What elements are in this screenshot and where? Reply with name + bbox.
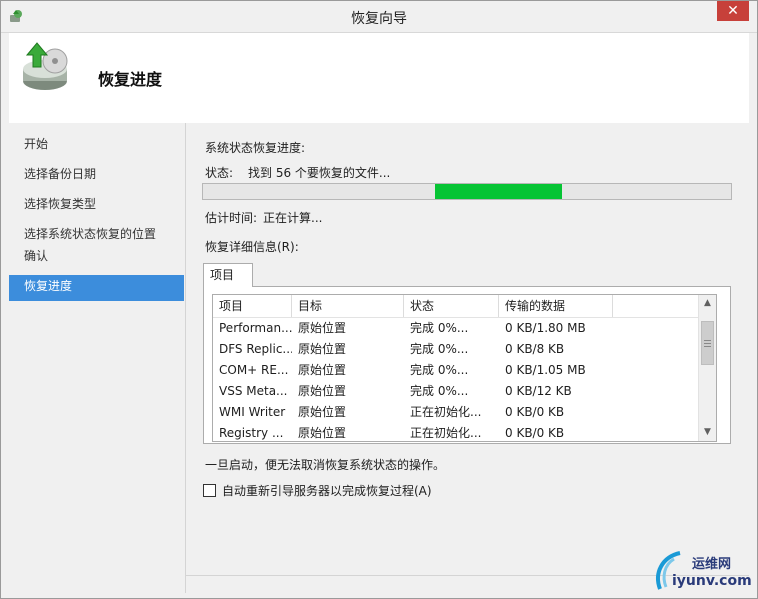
- cell-item: Performan...: [219, 321, 292, 335]
- tab-panel-items: 项目 目标 状态 传输的数据 Performan... 原始位置 完成 0%... 0…: [203, 286, 731, 444]
- table-row[interactable]: Performan... 原始位置 完成 0%... 0 KB/1.80 MB: [213, 318, 706, 339]
- status-value: 找到 56 个要恢复的文件...: [248, 166, 391, 180]
- grip-line-icon: [704, 340, 711, 341]
- cell-item: DFS Replic...: [219, 342, 292, 356]
- cancel-warning-notice: 一旦启动，便无法取消恢复系统状态的操作。: [205, 458, 446, 472]
- close-icon: ✕: [727, 3, 739, 19]
- column-header-target[interactable]: 目标: [292, 295, 404, 317]
- cell-transferred: 0 KB/0 KB: [505, 405, 565, 419]
- progress-bar-fill: [435, 184, 562, 199]
- nav-item-start[interactable]: 开始: [9, 133, 184, 155]
- cell-transferred: 0 KB/12 KB: [505, 384, 572, 398]
- estimate-value: 正在计算...: [263, 211, 323, 225]
- tab-items[interactable]: 项目: [203, 263, 253, 287]
- grip-line-icon: [704, 346, 711, 347]
- backup-restore-icon: [23, 42, 68, 90]
- watermark-url: iyunv.com: [672, 573, 752, 589]
- restart-checkbox-label[interactable]: 自动重新引导服务器以完成恢复过程(A): [222, 482, 432, 499]
- nav-item-confirm[interactable]: 确认: [9, 245, 184, 267]
- window-title: 恢复向导: [351, 11, 407, 27]
- content-area: 系统状态恢复进度: 状态: 找到 56 个要恢复的文件... 估计时间: 正在计…: [186, 123, 749, 593]
- close-button[interactable]: ✕: [717, 1, 749, 21]
- cell-transferred: 0 KB/8 KB: [505, 342, 565, 356]
- nav-item-select-location[interactable]: 选择系统状态恢复的位置: [9, 223, 184, 245]
- nav-item-select-recovery-type[interactable]: 选择恢复类型: [9, 193, 184, 215]
- cell-status: 完成 0%...: [410, 363, 469, 377]
- wizard-nav: 开始 选择备份日期 选择恢复类型 选择系统状态恢复的位置 确认 恢复进度: [9, 123, 186, 593]
- nav-item-select-backup-date[interactable]: 选择备份日期: [9, 163, 184, 185]
- table-row[interactable]: DFS Replic... 原始位置 完成 0%... 0 KB/8 KB: [213, 339, 706, 360]
- cell-item: Registry ...: [219, 426, 284, 440]
- table-row[interactable]: Registry ... 原始位置 正在初始化... 0 KB/0 KB: [213, 423, 706, 441]
- cell-target: 原始位置: [298, 342, 347, 356]
- column-header-status[interactable]: 状态: [404, 295, 499, 317]
- grip-line-icon: [704, 343, 711, 344]
- cell-status: 完成 0%...: [410, 321, 469, 335]
- scroll-up-icon[interactable]: ▲: [699, 295, 716, 312]
- cell-target: 原始位置: [298, 405, 347, 419]
- scroll-down-icon[interactable]: ▼: [699, 424, 716, 441]
- list-header: 项目 目标 状态 传输的数据: [213, 295, 706, 318]
- progress-bar: [202, 183, 732, 200]
- cell-target: 原始位置: [298, 426, 347, 440]
- cell-status: 完成 0%...: [410, 384, 469, 398]
- cell-status: 正在初始化...: [410, 426, 482, 440]
- cell-target: 原始位置: [298, 321, 347, 335]
- cell-target: 原始位置: [298, 363, 347, 377]
- estimate-label: 估计时间:: [205, 211, 258, 225]
- page-title: 恢复进度: [98, 70, 163, 89]
- restart-checkbox[interactable]: [203, 484, 216, 497]
- cell-status: 完成 0%...: [410, 342, 469, 356]
- column-header-item[interactable]: 项目: [213, 295, 292, 317]
- table-row[interactable]: WMI Writer 原始位置 正在初始化... 0 KB/0 KB: [213, 402, 706, 423]
- cell-status: 正在初始化...: [410, 405, 482, 419]
- site-watermark: 运维网 iyunv.com: [652, 549, 756, 595]
- restore-wizard-window: 恢复向导 ✕ 恢复进度 开始 选择备份日期 选择恢复类型 选择系统状态恢复的位置…: [0, 0, 758, 599]
- cell-transferred: 0 KB/0 KB: [505, 426, 565, 440]
- column-header-transferred[interactable]: 传输的数据: [499, 295, 613, 317]
- cell-transferred: 0 KB/1.80 MB: [505, 321, 586, 335]
- cell-transferred: 0 KB/1.05 MB: [505, 363, 586, 377]
- table-row[interactable]: COM+ RE... 原始位置 完成 0%... 0 KB/1.05 MB: [213, 360, 706, 381]
- details-label: 恢复详细信息(R):: [205, 240, 299, 254]
- title-bar[interactable]: 恢复向导 ✕: [1, 1, 757, 33]
- cell-item: WMI Writer: [219, 405, 286, 419]
- wizard-header: 恢复进度: [9, 33, 749, 123]
- list-scrollbar[interactable]: ▲ ▼: [698, 295, 716, 441]
- cell-target: 原始位置: [298, 384, 347, 398]
- progress-heading: 系统状态恢复进度:: [205, 141, 306, 155]
- recovery-items-list[interactable]: 项目 目标 状态 传输的数据 Performan... 原始位置 完成 0%... 0…: [212, 294, 717, 442]
- scroll-thumb[interactable]: [701, 321, 714, 365]
- status-label: 状态:: [205, 166, 234, 180]
- cell-item: COM+ RE...: [219, 363, 289, 377]
- watermark-title: 运维网: [692, 557, 732, 572]
- cell-item: VSS Meta...: [219, 384, 288, 398]
- table-row[interactable]: VSS Meta... 原始位置 完成 0%... 0 KB/12 KB: [213, 381, 706, 402]
- nav-item-recovery-progress[interactable]: 恢复进度: [9, 275, 184, 301]
